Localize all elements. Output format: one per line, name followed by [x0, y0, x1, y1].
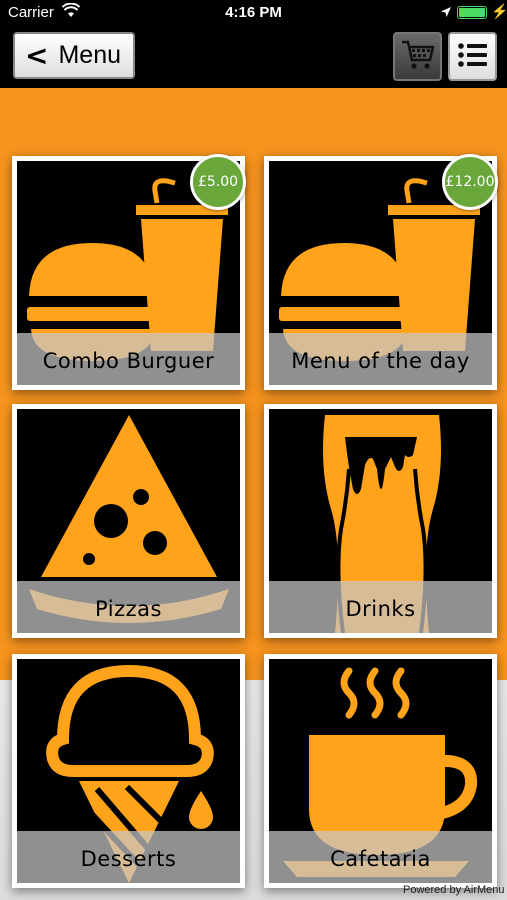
status-bar: Carrier 4:16 PM ⚡ [0, 0, 507, 26]
charging-bolt-icon: ⚡ [491, 3, 507, 19]
menu-tile-cafetaria[interactable]: Cafetaria [264, 654, 497, 888]
list-view-button[interactable] [448, 32, 497, 81]
tile-label-bar: Cafetaria [269, 831, 492, 883]
menu-tile-desserts[interactable]: Desserts [12, 654, 245, 888]
tile-label-bar: Combo Burguer [17, 333, 240, 385]
clock-time: 4:16 PM [225, 4, 282, 21]
battery-icon [457, 6, 487, 19]
tile-label: Pizzas [95, 597, 162, 621]
tile-label: Combo Burguer [42, 349, 215, 373]
tile-label: Desserts [80, 847, 177, 871]
location-arrow-icon [440, 5, 452, 22]
tile-label: Cafetaria [330, 847, 431, 871]
menu-tile-pizzas[interactable]: Pizzas [12, 404, 245, 638]
back-menu-button[interactable]: < Menu [13, 32, 135, 79]
tile-label: Drinks [345, 597, 416, 621]
tile-label-bar: Menu of the day [269, 333, 492, 385]
tile-label: Menu of the day [291, 349, 470, 373]
list-view-icon [456, 40, 490, 74]
tile-label-bar: Pizzas [17, 581, 240, 633]
cart-button[interactable] [393, 32, 442, 81]
powered-by-footer: Powered by AirMenu [403, 884, 505, 896]
navigation-bar: < Menu [0, 26, 507, 88]
menu-tile-drinks[interactable]: Drinks [264, 404, 497, 638]
back-button-label: Menu [58, 41, 122, 69]
price-badge: £12.00 [442, 154, 498, 210]
price-badge: £5.00 [190, 154, 246, 210]
back-chevron-icon: < [25, 38, 49, 72]
tile-label-bar: Drinks [269, 581, 492, 633]
shopping-cart-icon [400, 38, 436, 76]
tile-label-bar: Desserts [17, 831, 240, 883]
